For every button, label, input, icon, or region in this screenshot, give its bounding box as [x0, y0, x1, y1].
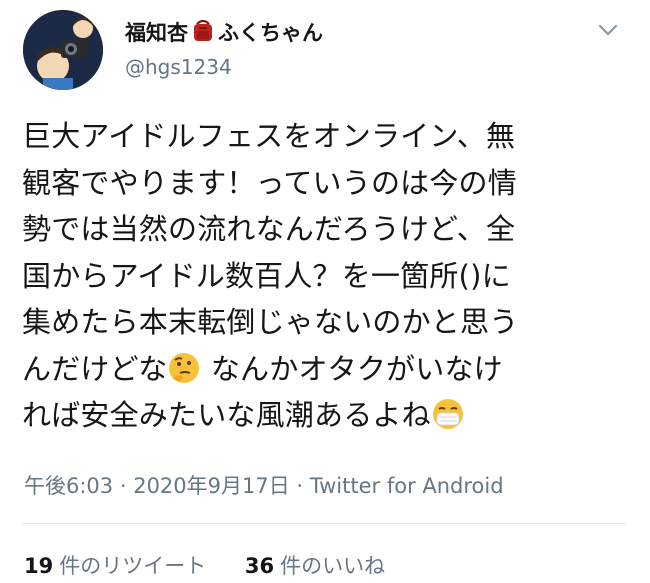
separator: · [113, 474, 134, 498]
likes-label: 件のいいね [280, 554, 386, 578]
retweets-count: 19 [24, 554, 54, 578]
tweet-line-segment: なんかオタクがいなけ [201, 351, 503, 386]
display-name-part2: ふくちゃん [218, 21, 323, 45]
tweet-source[interactable]: Twitter for Android [310, 474, 504, 498]
likes-stat[interactable]: 36 件のいいね [245, 550, 385, 580]
likes-count: 36 [244, 554, 275, 578]
tweet-line-segment: んだけどな [22, 351, 168, 386]
tweet-line: 観客でやります！っていうのは今の情 [22, 165, 517, 200]
retweets-label: 件のリツイート [59, 554, 207, 578]
tweet-date[interactable]: 2020年9月17日 [133, 474, 290, 498]
retweets-stat[interactable]: 19 件のリツイート [24, 550, 206, 580]
tweet-text: 巨大アイドルフェスをオンライン、無 観客でやります！っていうのは今の情 勢では当… [22, 113, 622, 439]
divider [22, 523, 626, 524]
tweet-line-with-emoji: れば安全みたいな風潮あるよね [22, 392, 622, 439]
tweet-line: 勢では当然の流れなんだろうけど、全 [22, 212, 516, 246]
thinking-face-icon [167, 351, 201, 399]
tweet-line: 巨大アイドルフェスをオンライン、無 [22, 119, 516, 153]
avatar[interactable] [23, 10, 103, 90]
engagement-stats: 19 件のリツイート 36 件のいいね [24, 550, 385, 580]
separator: · [289, 474, 310, 498]
tweet-line: 国からアイドル数百人？を一箇所()に [22, 258, 511, 293]
display-name[interactable]: 福知杏 ふくちゃん [125, 17, 323, 47]
tweet-line-segment: れば安全みたいな風潮あるよね [22, 398, 431, 432]
tweet-meta: 午後6:03 · 2020年9月17日 · Twitter for Androi… [24, 470, 504, 500]
display-name-part1: 福知杏 [125, 21, 188, 45]
tweet-line-with-emoji: んだけどな なんかオタクがいなけ [22, 346, 622, 393]
chevron-down-icon[interactable] [596, 20, 620, 40]
medical-mask-face-icon [431, 397, 465, 445]
avatar-illustration [23, 10, 103, 90]
tweet-time[interactable]: 午後6:03 [24, 474, 113, 498]
red-backpack-icon [191, 18, 215, 47]
tweet-line: 集めたら本末転倒じゃないのかと思う [22, 305, 519, 339]
user-handle[interactable]: @hgs1234 [125, 55, 232, 79]
